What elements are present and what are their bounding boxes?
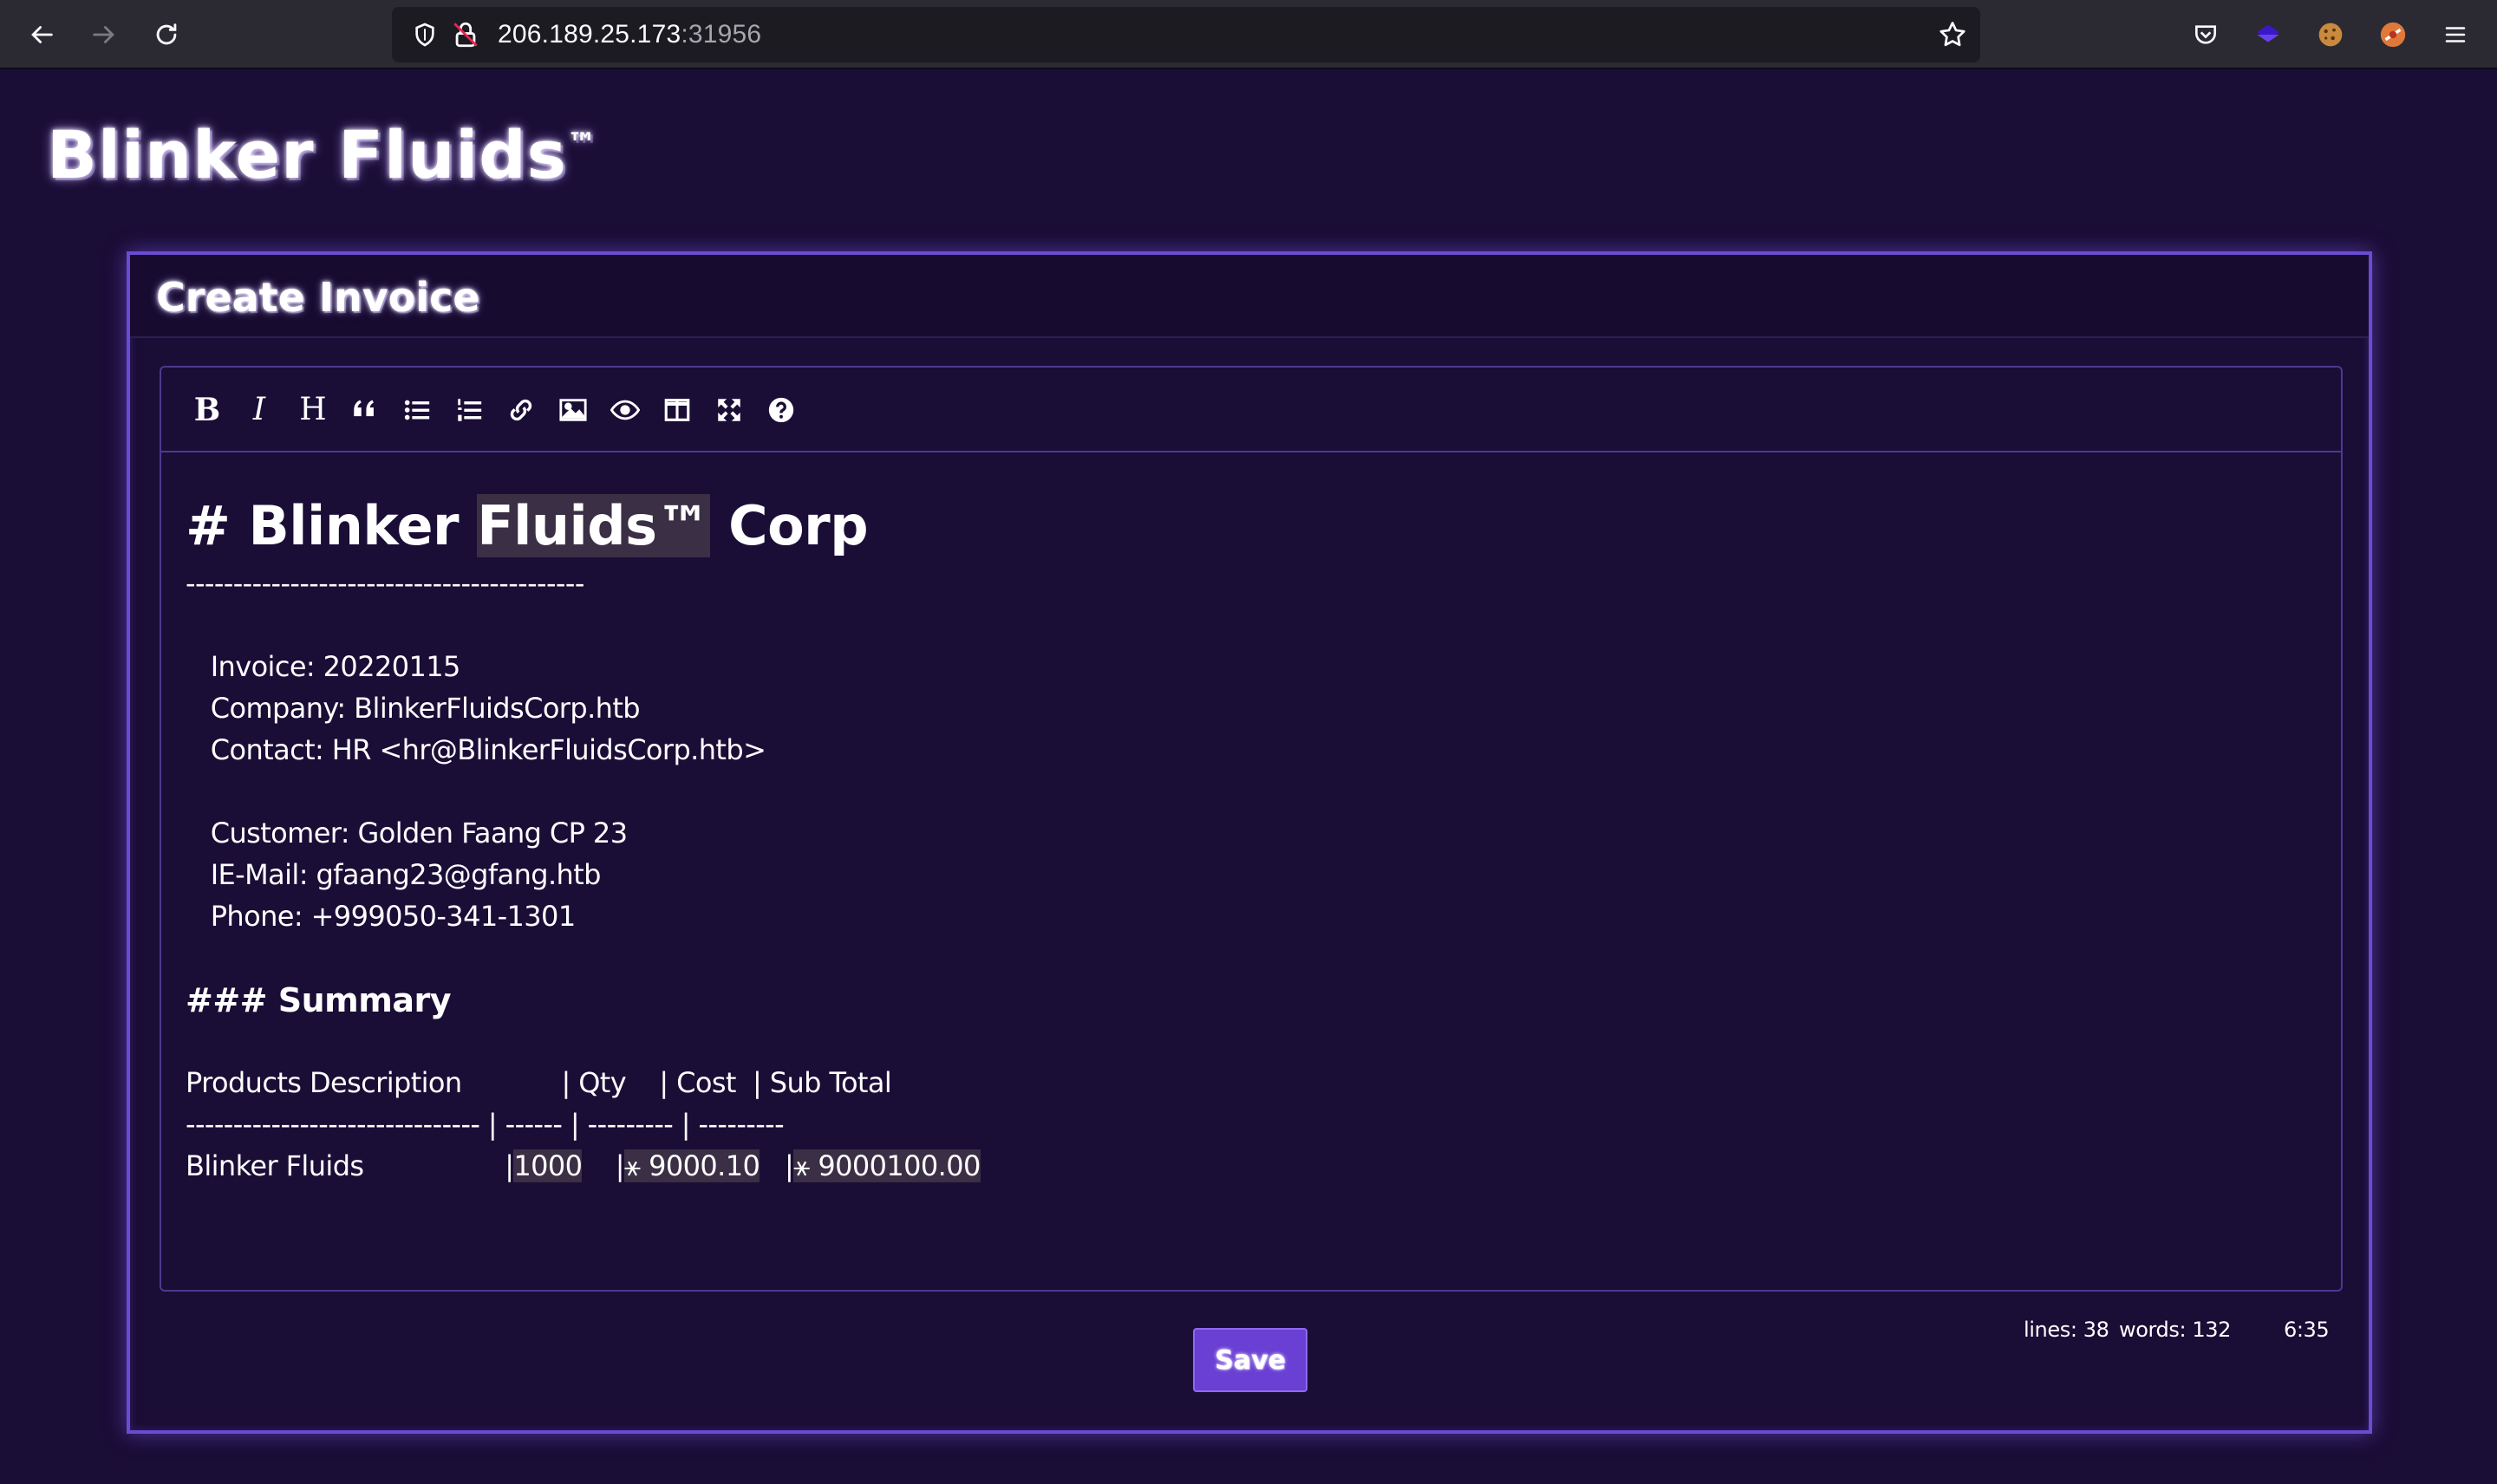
url-host: 206.189.25.173	[498, 20, 681, 49]
address-bar[interactable]: 206.189.25.173:31956	[392, 7, 1980, 62]
side-by-side-button[interactable]	[657, 390, 697, 430]
horizontal-rule: ----------------------------------------…	[186, 567, 584, 600]
table-header: Products Description | Qty | Cost | Sub …	[186, 1066, 892, 1099]
reload-icon	[156, 23, 177, 45]
bold-icon: B	[193, 392, 221, 428]
preview-icon	[610, 400, 640, 420]
invoice-heading: # Blinker Fluids™ Corp	[186, 494, 869, 557]
phone-line: Phone: +999050-341-1301	[186, 900, 576, 933]
pocket-button[interactable]	[2188, 17, 2223, 52]
help-icon	[768, 397, 794, 423]
link-button[interactable]	[501, 390, 541, 430]
forward-arrow-icon	[93, 26, 114, 43]
back-arrow-icon	[31, 26, 53, 43]
invoice-number: Invoice: 20220115	[186, 650, 461, 683]
extension-button[interactable]	[2251, 17, 2285, 52]
italic-button[interactable]: I	[239, 390, 279, 430]
lock-icon[interactable]	[451, 19, 480, 50]
trademark-symbol: ™	[566, 127, 597, 161]
link-icon	[510, 399, 532, 421]
qty-cell: 1000	[513, 1149, 583, 1182]
card-title: Create Invoice	[156, 274, 480, 321]
unordered-list-button[interactable]	[397, 390, 437, 430]
heading-button[interactable]: H	[293, 390, 333, 430]
heading-prefix: # Blinker	[186, 494, 478, 557]
italic-icon: I	[252, 392, 266, 427]
quote-button[interactable]	[345, 390, 385, 430]
invoice-card: Create Invoice B I H # Blinker Fluids™ C…	[127, 251, 2372, 1434]
image-button[interactable]	[553, 390, 593, 430]
preview-button[interactable]	[605, 390, 645, 430]
pocket-icon	[2195, 25, 2216, 44]
ordered-list-button[interactable]	[449, 390, 489, 430]
unordered-list-icon	[404, 400, 430, 420]
url-text[interactable]: 206.189.25.173:31956	[498, 20, 761, 49]
menu-button[interactable]	[2438, 17, 2473, 52]
back-button[interactable]	[23, 16, 61, 54]
star-icon[interactable]	[1937, 19, 1968, 50]
menu-icon	[2445, 27, 2466, 42]
cookie-button[interactable]	[2313, 17, 2348, 52]
table-row: Blinker Fluids |1000 |⚹ 9000.10 |⚹ 90001…	[186, 1149, 981, 1183]
subtotal-cell: ⚹ 9000100.00	[793, 1149, 981, 1182]
shield-icon[interactable]	[411, 21, 439, 49]
email-line: IE-Mail: gfaang23@gfang.htb	[186, 858, 602, 891]
table-separator: ------------------------------- | ------…	[186, 1108, 785, 1141]
product-cell: Blinker Fluids |	[186, 1149, 514, 1182]
heading-suffix: Corp	[710, 494, 869, 557]
site-logo[interactable]: Blinker Fluids™	[47, 116, 597, 193]
summary-heading: ### Summary	[186, 981, 452, 1019]
extension-icon	[2380, 22, 2406, 48]
contact-line: Contact: HR <hr@BlinkerFluidsCorp.htb>	[186, 733, 766, 766]
heading-icon: H	[299, 392, 327, 427]
company-line: Company: BlinkerFluidsCorp.htb	[186, 692, 641, 725]
heading-highlight: Fluids™	[477, 494, 710, 557]
side-by-side-icon	[664, 399, 690, 421]
editor-toolbar: B I H	[161, 368, 2341, 452]
cell-separator: |	[582, 1149, 625, 1182]
site-logo-text: Blinker Fluids	[47, 116, 567, 193]
fullscreen-icon	[718, 399, 740, 421]
markdown-editor: B I H # Blinker Fluids™ Corp -----------…	[160, 366, 2343, 1292]
cookie-icon	[2318, 23, 2343, 47]
extension-button-2[interactable]	[2376, 17, 2410, 52]
ordered-list-icon	[458, 399, 482, 421]
status-cursor: 6:35	[2284, 1318, 2330, 1342]
forward-button[interactable]	[85, 16, 123, 54]
status-lines: lines: 38	[2024, 1318, 2109, 1342]
save-button[interactable]: Save	[1193, 1328, 1307, 1392]
url-port: :31956	[681, 20, 762, 49]
reload-button[interactable]	[147, 16, 186, 54]
cost-cell: ⚹ 9000.10	[623, 1149, 760, 1182]
help-button[interactable]	[761, 390, 801, 430]
quote-icon	[354, 400, 374, 417]
extension-icon	[2257, 24, 2279, 42]
cell-separator: |	[760, 1149, 794, 1182]
fullscreen-button[interactable]	[709, 390, 749, 430]
customer-line: Customer: Golden Faang CP 23	[186, 817, 628, 849]
image-icon	[559, 399, 587, 421]
browser-toolbar: 206.189.25.173:31956	[0, 0, 2497, 69]
bold-button[interactable]: B	[187, 390, 227, 430]
card-header: Create Invoice	[130, 255, 2369, 338]
status-words: words: 132	[2119, 1318, 2232, 1342]
